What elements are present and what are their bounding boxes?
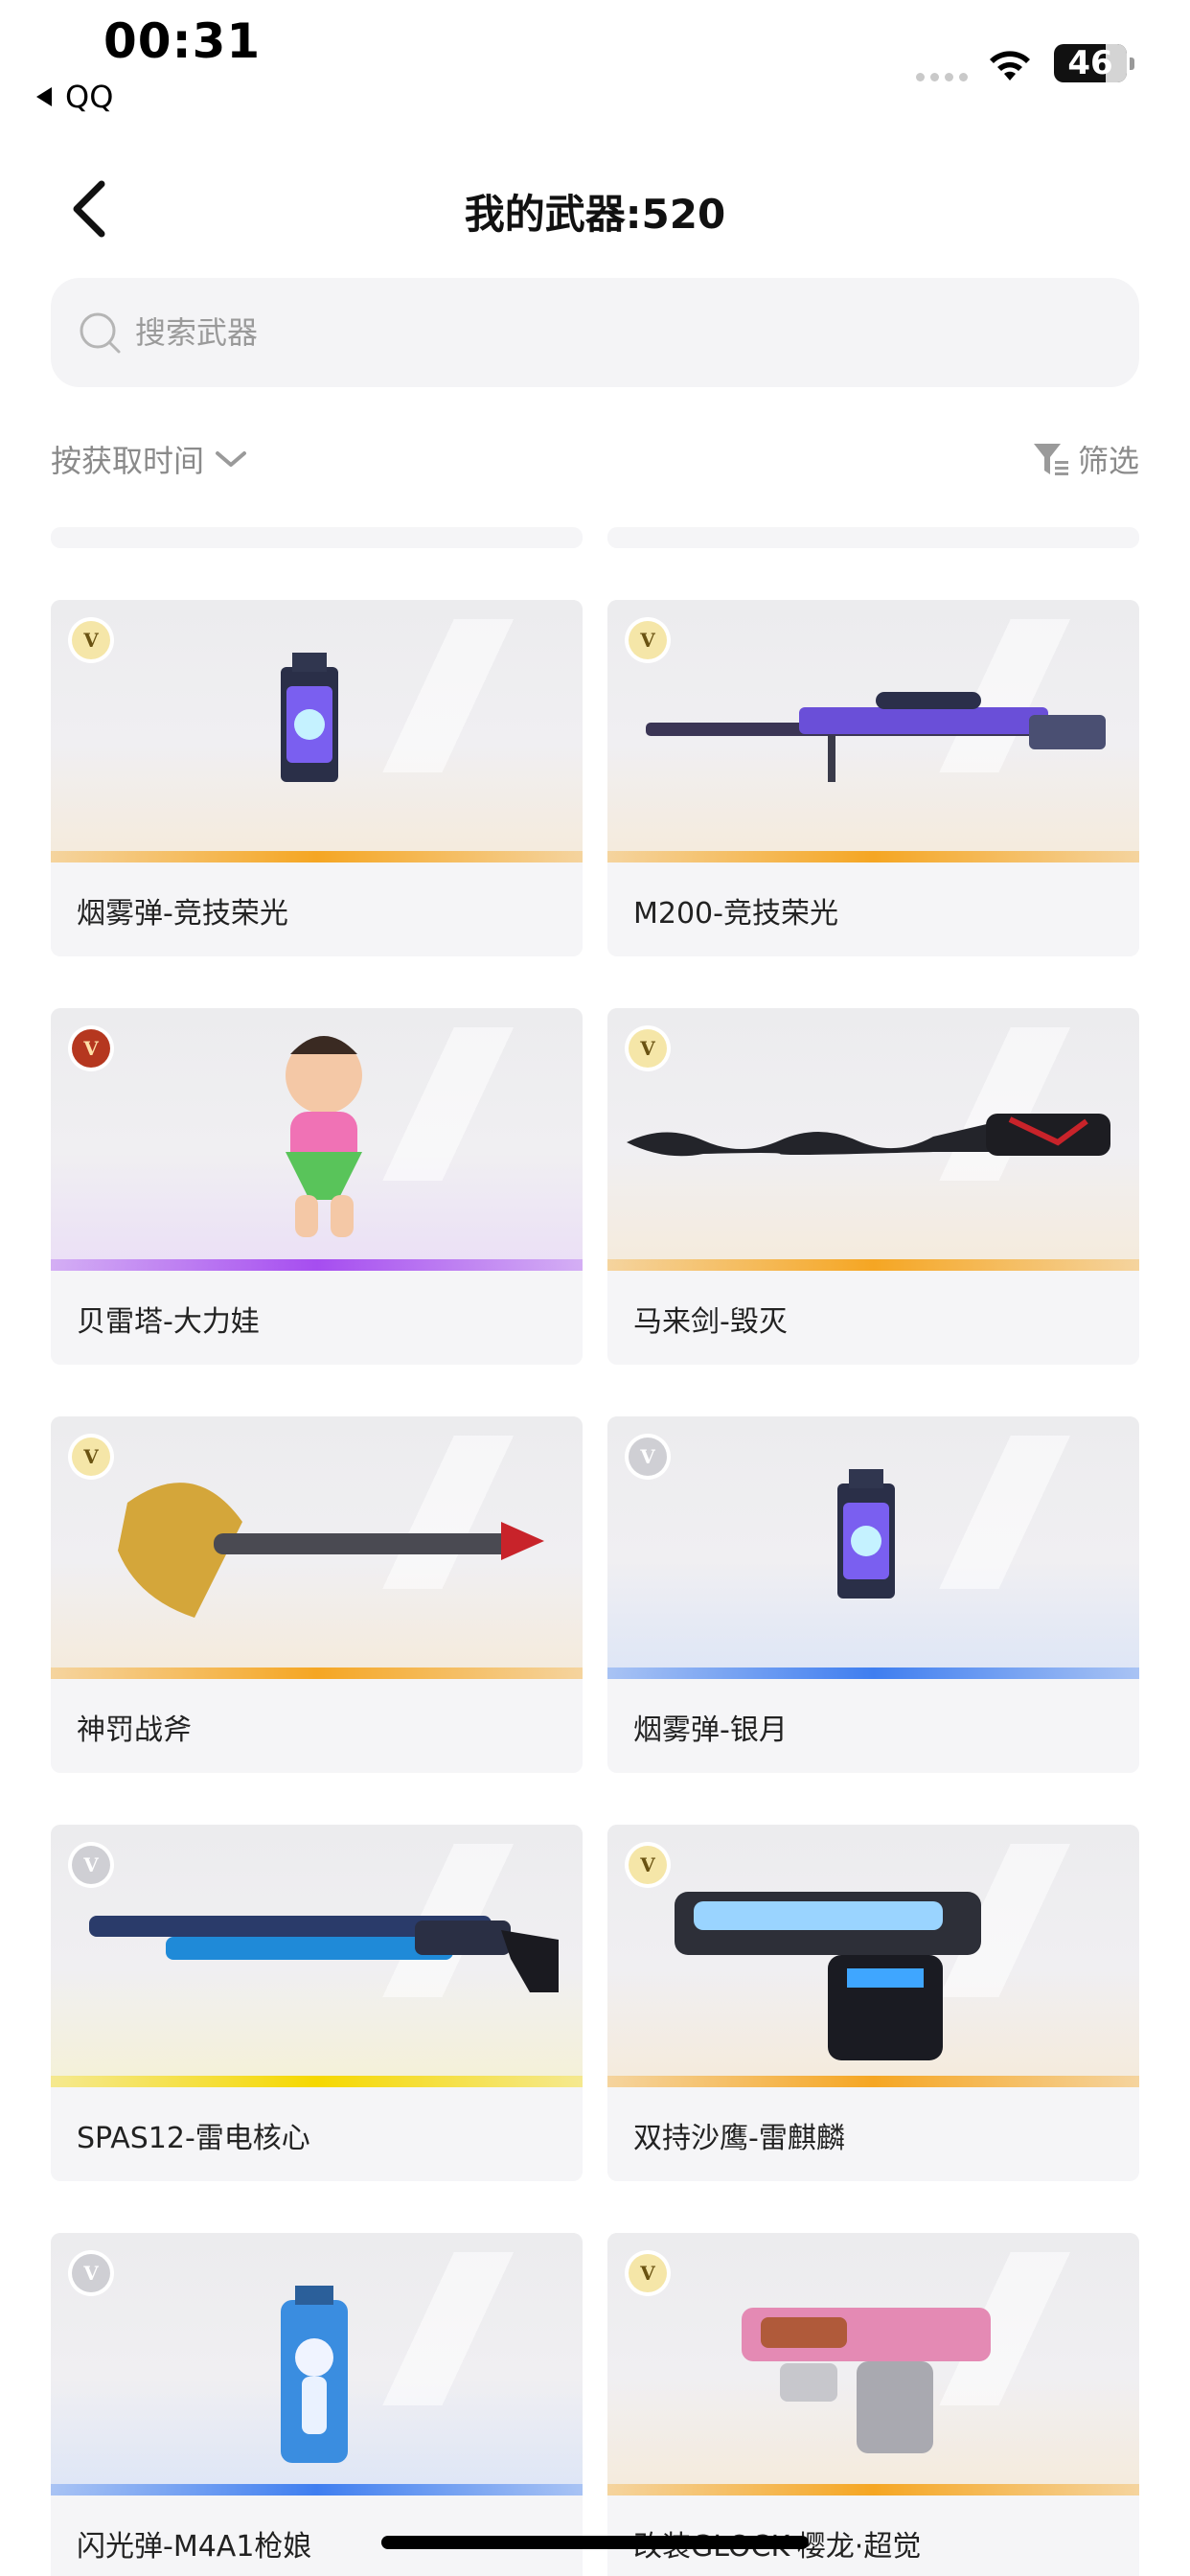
weapon-image-area: V [607, 1825, 1139, 2087]
rarity-bar [607, 1259, 1139, 1271]
weapon-card-partial[interactable] [51, 527, 583, 548]
battery-level: 46 [1067, 44, 1113, 82]
rarity-bar [51, 1259, 583, 1271]
sort-label: 按获取时间 [51, 443, 205, 479]
weapon-card[interactable]: V 烟雾弹-银月 [607, 1416, 1139, 1773]
home-indicator [381, 2536, 809, 2549]
rarity-bar [607, 2076, 1139, 2087]
sort-dropdown[interactable]: 按获取时间 [51, 437, 248, 481]
battery-icon: 46 [1054, 44, 1134, 82]
weapon-name: 马来剑-毁灭 [633, 1305, 788, 1339]
rarity-bar [51, 2076, 583, 2087]
weapon-name: 烟雾弹-竞技荣光 [77, 897, 288, 931]
back-app-label: QQ [65, 79, 114, 115]
rank-badge-icon: V [72, 1846, 110, 1884]
filter-funnel-icon [1033, 444, 1068, 475]
weapon-card[interactable]: V 神罚战斧 [51, 1416, 583, 1773]
back-triangle-icon [36, 87, 52, 106]
weapon-image-area: V [51, 2233, 583, 2496]
search-icon [80, 312, 121, 354]
weapon-image-area: V [51, 1825, 583, 2087]
rarity-bar [607, 851, 1139, 862]
rank-badge-icon: V [629, 621, 667, 659]
cellular-signal-icon [916, 73, 968, 81]
weapon-card[interactable]: V 贝雷塔-大力娃 [51, 1008, 583, 1365]
status-time: 00:31 [103, 13, 262, 69]
pistol-icon [607, 1825, 1139, 2076]
status-bar: 00:31 QQ 46 [0, 0, 1190, 125]
weapon-image-area: V [607, 1008, 1139, 1271]
weapon-card[interactable]: V M200-竞技荣光 [607, 600, 1139, 956]
smoke-grenade-icon [51, 600, 583, 851]
smoke-grenade-icon [607, 1416, 1139, 1668]
chevron-down-icon [216, 451, 247, 467]
weapon-name: 神罚战斧 [77, 1714, 192, 1747]
rarity-bar [51, 851, 583, 862]
weapon-image-area: V [607, 1416, 1139, 1679]
weapon-card[interactable]: V 双持沙鹰-雷麒麟 [607, 1825, 1139, 2181]
rank-badge-icon: V [629, 1846, 667, 1884]
weapon-image-area: V [607, 2233, 1139, 2496]
rarity-bar [607, 1668, 1139, 1679]
rank-badge-icon: V [629, 2254, 667, 2292]
search-input[interactable] [135, 314, 997, 351]
weapon-list[interactable]: V 烟雾弹-竞技荣光 V M200-竞技荣光 V 贝雷塔-大力娃 V 马来剑-毁灭 V 神罚战斧 V… [0, 527, 1190, 2576]
rank-badge-icon: V [72, 1029, 110, 1068]
flash-grenade-icon [51, 2233, 583, 2484]
weapon-card[interactable]: V 闪光弹-M4A1枪娘 [51, 2233, 583, 2576]
filter-button[interactable]: 筛选 [1032, 437, 1139, 481]
rank-badge-icon: V [629, 1029, 667, 1068]
rarity-bar [51, 2484, 583, 2496]
weapon-name: 贝雷塔-大力娃 [77, 1305, 260, 1339]
shotgun-icon [51, 1825, 583, 2076]
rarity-bar [607, 2484, 1139, 2496]
rank-badge-icon: V [629, 1438, 667, 1476]
back-to-app-link[interactable]: QQ [36, 79, 113, 115]
weapon-image-area: V [51, 1416, 583, 1679]
rank-badge-icon: V [72, 621, 110, 659]
weapon-image-area: V [607, 600, 1139, 862]
weapon-card[interactable]: V 马来剑-毁灭 [607, 1008, 1139, 1365]
weapon-image-area: V [51, 600, 583, 862]
weapon-name: 烟雾弹-银月 [633, 1714, 788, 1747]
rank-badge-icon: V [72, 1438, 110, 1476]
weapon-card-partial[interactable] [607, 527, 1139, 548]
search-bar[interactable] [51, 278, 1139, 387]
glock-icon [607, 2233, 1139, 2484]
rarity-bar [51, 1668, 583, 1679]
rank-badge-icon: V [72, 2254, 110, 2292]
sniper-rifle-icon [607, 600, 1139, 851]
weapon-image-area: V [51, 1008, 583, 1271]
filter-label: 筛选 [1077, 443, 1139, 479]
battle-axe-icon [51, 1416, 583, 1668]
wifi-icon [990, 51, 1030, 80]
weapon-card[interactable]: V SPAS12-雷电核心 [51, 1825, 583, 2181]
page-title: 我的武器:520 [464, 191, 726, 238]
weapon-card[interactable]: V 烟雾弹-竞技荣光 [51, 600, 583, 956]
weapon-name: 双持沙鹰-雷麒麟 [633, 2122, 845, 2155]
weapon-name: 闪光弹-M4A1枪娘 [77, 2530, 312, 2564]
weapon-name: M200-竞技荣光 [633, 897, 838, 931]
weapon-name: SPAS12-雷电核心 [77, 2122, 310, 2155]
kris-sword-icon [607, 1008, 1139, 1259]
weapon-card[interactable]: V改装GLOCK-樱龙·超觉 [607, 2233, 1139, 2576]
calabash-kid-icon [51, 1008, 583, 1259]
